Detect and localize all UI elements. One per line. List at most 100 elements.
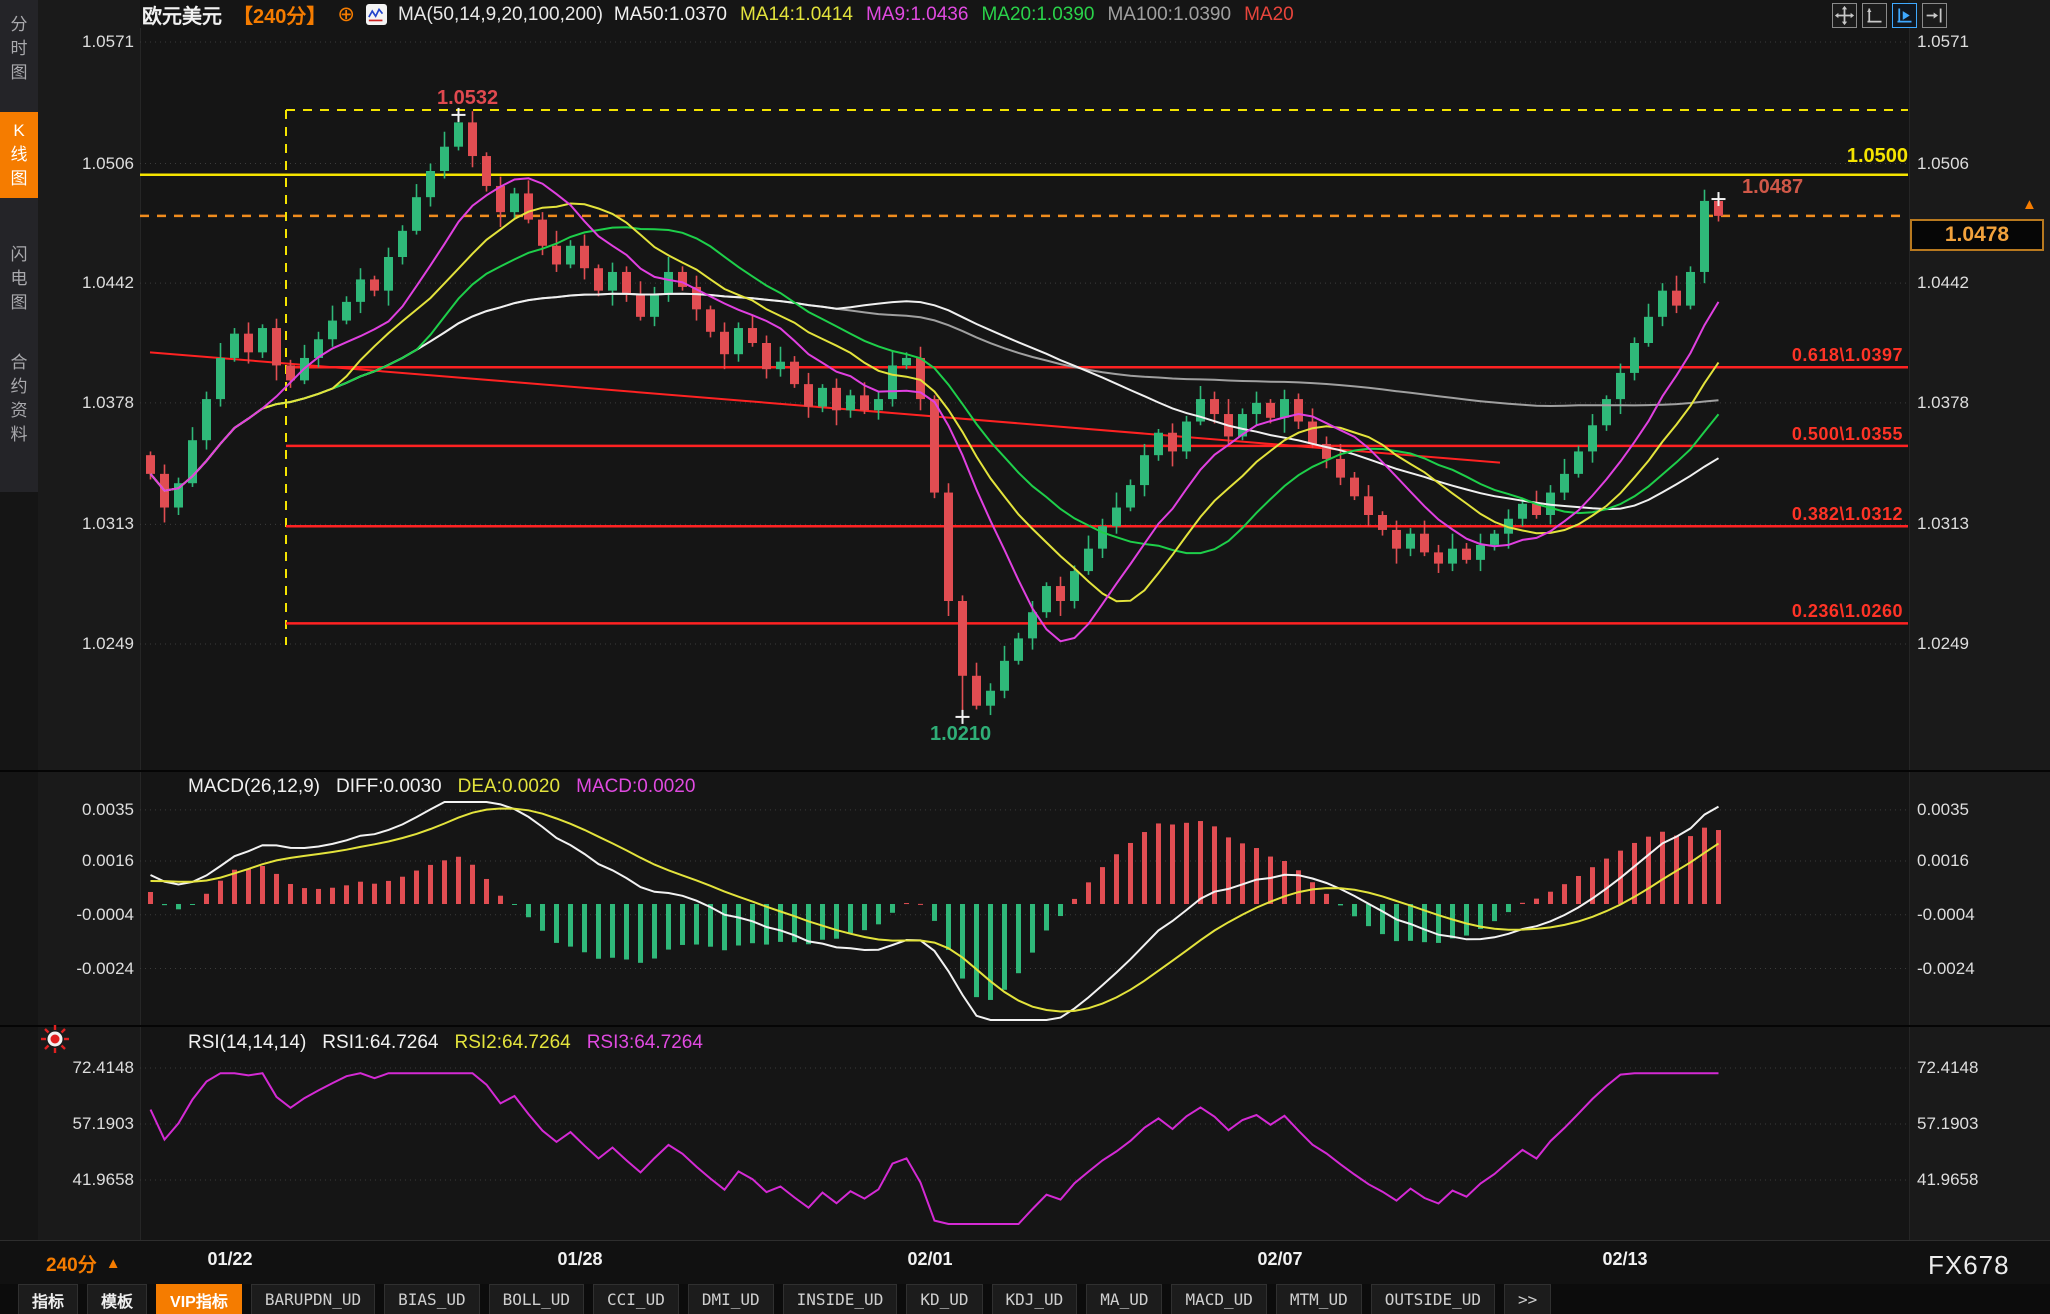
- candle-body[interactable]: [664, 272, 673, 294]
- candle-body[interactable]: [888, 365, 897, 399]
- candle-body[interactable]: [342, 302, 351, 321]
- candle-body[interactable]: [1630, 343, 1639, 373]
- candle-body[interactable]: [1644, 317, 1653, 343]
- candle-body[interactable]: [1266, 403, 1275, 418]
- tab-cci-ud[interactable]: CCI_UD: [593, 1284, 679, 1314]
- candle-body[interactable]: [818, 388, 827, 407]
- candle-body[interactable]: [902, 358, 911, 365]
- interval-selector[interactable]: 240分 ▲: [46, 1250, 121, 1277]
- chart-type-icon[interactable]: [366, 4, 387, 25]
- candle-body[interactable]: [1476, 545, 1485, 560]
- candle-body[interactable]: [272, 328, 281, 365]
- candle-body[interactable]: [1042, 586, 1051, 612]
- tab-macd-ud[interactable]: MACD_UD: [1171, 1284, 1266, 1314]
- candle-body[interactable]: [454, 122, 463, 146]
- candle-body[interactable]: [1098, 526, 1107, 548]
- macd-params-label[interactable]: MACD(26,12,9): [188, 776, 320, 798]
- candle-body[interactable]: [874, 399, 883, 410]
- candle-body[interactable]: [1000, 661, 1009, 691]
- candle-body[interactable]: [1210, 399, 1219, 414]
- candle-body[interactable]: [1028, 612, 1037, 638]
- candle-body[interactable]: [986, 691, 995, 706]
- candle-body[interactable]: [1364, 496, 1373, 515]
- candle-body[interactable]: [1056, 586, 1065, 601]
- tab-kd-ud[interactable]: KD_UD: [906, 1284, 982, 1314]
- candle-body[interactable]: [1252, 403, 1261, 414]
- timeframe-label[interactable]: 【240分】: [233, 0, 326, 29]
- candle-body[interactable]: [608, 272, 617, 291]
- candle-body[interactable]: [748, 328, 757, 343]
- candle-body[interactable]: [1112, 508, 1121, 527]
- candle-body[interactable]: [580, 246, 589, 268]
- candle-body[interactable]: [720, 332, 729, 354]
- candle-body[interactable]: [1084, 549, 1093, 571]
- tab-bias-ud[interactable]: BIAS_UD: [384, 1284, 479, 1314]
- candle-body[interactable]: [1672, 291, 1681, 306]
- tab-模板[interactable]: 模板: [87, 1284, 147, 1314]
- rsi-params-label[interactable]: RSI(14,14,14): [188, 1032, 306, 1054]
- candle-body[interactable]: [1462, 549, 1471, 560]
- candle-body[interactable]: [230, 334, 239, 358]
- pan-tool-button[interactable]: [1832, 3, 1857, 28]
- candle-body[interactable]: [1490, 534, 1499, 545]
- candle-body[interactable]: [174, 483, 183, 507]
- candle-body[interactable]: [258, 328, 267, 352]
- candle-body[interactable]: [1392, 530, 1401, 549]
- candle-body[interactable]: [1602, 399, 1611, 425]
- axis-left-scale-button[interactable]: [1862, 3, 1887, 28]
- candle-body[interactable]: [524, 193, 533, 219]
- candle-body[interactable]: [1616, 373, 1625, 399]
- candle-body[interactable]: [1070, 571, 1079, 601]
- candle-body[interactable]: [804, 384, 813, 406]
- tab-ma-ud[interactable]: MA_UD: [1086, 1284, 1162, 1314]
- tab-指标[interactable]: 指标: [18, 1284, 78, 1314]
- candle-body[interactable]: [776, 362, 785, 369]
- candle-body[interactable]: [832, 388, 841, 410]
- candle-body[interactable]: [1154, 433, 1163, 455]
- candle-body[interactable]: [762, 343, 771, 369]
- candle-body[interactable]: [650, 294, 659, 316]
- tab-vip指标[interactable]: VIP指标: [156, 1284, 242, 1314]
- candle-body[interactable]: [790, 362, 799, 384]
- sidebar-item-4[interactable]: 合 约 资 料: [0, 344, 38, 455]
- candle-body[interactable]: [370, 279, 379, 290]
- candle-body[interactable]: [482, 156, 491, 186]
- tab-kdj-ud[interactable]: KDJ_UD: [992, 1284, 1078, 1314]
- candle-body[interactable]: [1420, 534, 1429, 553]
- candle-body[interactable]: [1518, 504, 1527, 519]
- candle-body[interactable]: [1560, 474, 1569, 493]
- candle-body[interactable]: [1294, 399, 1303, 421]
- candle-body[interactable]: [1182, 422, 1191, 452]
- candle-body[interactable]: [1140, 455, 1149, 485]
- ma-settings-label[interactable]: MA(50,14,9,20,100,200): [398, 4, 603, 26]
- candle-body[interactable]: [328, 321, 337, 340]
- tab-mtm-ud[interactable]: MTM_UD: [1276, 1284, 1362, 1314]
- candle-body[interactable]: [1168, 433, 1177, 452]
- candle-body[interactable]: [440, 147, 449, 171]
- candle-body[interactable]: [972, 676, 981, 706]
- candle-body[interactable]: [1406, 534, 1415, 549]
- tab-dmi-ud[interactable]: DMI_UD: [688, 1284, 774, 1314]
- candle-body[interactable]: [1308, 422, 1317, 444]
- candle-body[interactable]: [1448, 549, 1457, 564]
- candle-body[interactable]: [1126, 485, 1135, 507]
- candle-body[interactable]: [426, 171, 435, 197]
- candle-body[interactable]: [510, 193, 519, 212]
- candle-body[interactable]: [216, 358, 225, 399]
- candle-body[interactable]: [1378, 515, 1387, 530]
- last-price-box[interactable]: 1.0478: [1910, 219, 2044, 251]
- candle-body[interactable]: [706, 309, 715, 331]
- candle-body[interactable]: [412, 197, 421, 231]
- sidebar-item-1[interactable]: 分 时 图: [0, 6, 38, 92]
- candle-body[interactable]: [1700, 201, 1709, 272]
- candle-body[interactable]: [146, 455, 155, 474]
- candle-body[interactable]: [566, 246, 575, 265]
- candle-body[interactable]: [958, 601, 967, 676]
- tab-boll-ud[interactable]: BOLL_UD: [489, 1284, 584, 1314]
- candle-body[interactable]: [1336, 459, 1345, 478]
- candle-body[interactable]: [846, 395, 855, 410]
- candle-body[interactable]: [398, 231, 407, 257]
- sidebar-item-3[interactable]: 闪 电 图: [0, 236, 38, 322]
- candle-body[interactable]: [384, 257, 393, 291]
- candle-body[interactable]: [734, 328, 743, 354]
